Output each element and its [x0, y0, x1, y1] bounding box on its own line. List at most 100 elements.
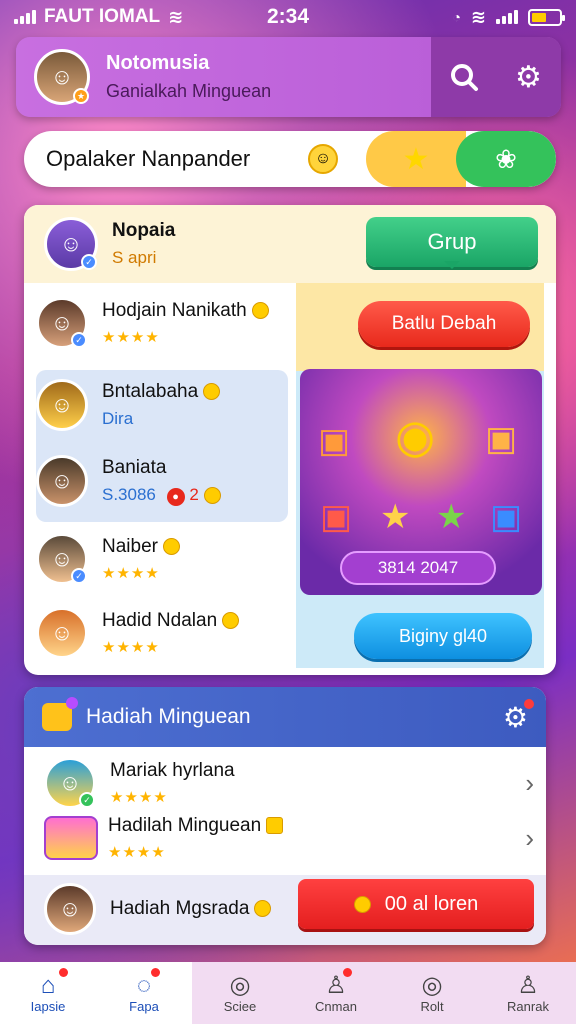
list-item[interactable]: ☺ ✓ Hodjain Nanikath ★★★★ [36, 297, 269, 349]
claim-button[interactable]: Biginy gl40 [354, 613, 532, 659]
gift-icon: ▣ [320, 498, 353, 536]
gear-icon[interactable]: ⚙ [506, 54, 552, 100]
chat-icon[interactable]: ❀ [456, 131, 556, 187]
chevron-right-icon[interactable]: › [525, 823, 534, 854]
reward-value[interactable]: 3814 2047 [340, 551, 496, 585]
gift-icon: ▣ [318, 422, 351, 460]
gift-icon: ▣ [490, 498, 523, 536]
battle-button[interactable]: Batlu Debah [358, 301, 530, 347]
status-bar: FAUT IOMAL ≋ 2:34 ◔ ≋ [0, 0, 576, 34]
tab-chat[interactable]: ◌ Fapa [96, 962, 192, 1024]
weekly-title: Hadiah Minguean [86, 705, 251, 728]
friend-name: Baniata [102, 456, 167, 478]
search-icon[interactable] [441, 54, 487, 100]
notification-dot [59, 968, 68, 977]
tab-label: Sciee [223, 998, 257, 1014]
gear-icon[interactable]: ⚙ [503, 698, 535, 734]
profile-card[interactable]: ☺ ★ Notomusia Ganialkah Minguean ⚙ [16, 37, 561, 117]
item-name: Hadilah Minguean [108, 815, 262, 836]
carrier-label: FAUT IOMAL [44, 6, 161, 27]
coin-icon: ◉ [395, 410, 436, 462]
avatar: ☺ ✓ [36, 297, 88, 349]
coin-icon [353, 895, 371, 913]
gift-icon: ▣ [485, 420, 518, 458]
level-badge-icon: ★ [73, 88, 89, 104]
chevron-right-icon[interactable]: › [525, 768, 534, 799]
tab-label: Iapsie [30, 998, 66, 1014]
avatar: ☺ [36, 379, 88, 431]
tab-rank[interactable]: ♙ Ranrak [480, 962, 576, 1024]
notification-badge: ● [166, 487, 185, 506]
search-text[interactable]: Opalaker Nanpander [24, 146, 308, 172]
verified-icon: ✓ [71, 332, 87, 348]
coin-icon [251, 302, 269, 320]
search-bar[interactable]: Opalaker Nanpander ☺ ★ ❀ [24, 131, 556, 187]
rating-stars: ★★★★ [102, 329, 160, 346]
friend-name: Hodjain Nanikath [102, 300, 247, 321]
list-item[interactable]: ☺ ✓ Mariak hyrlana ★★★★ › [44, 757, 534, 809]
coin-icon [162, 538, 180, 556]
smiley-icon[interactable]: ☺ [308, 144, 338, 174]
tab-search[interactable]: ◎ Sciee [192, 962, 288, 1024]
user-icon: ♙ [517, 971, 539, 999]
tab-user[interactable]: ♙ Cnman [288, 962, 384, 1024]
star-icon: ★ [380, 498, 411, 536]
star-icon: ★ [436, 498, 467, 536]
weekly-rewards-card: Hadiah Minguean ⚙ ☺ ✓ Mariak hyrlana ★★★★… [24, 687, 546, 945]
tab-label: Ranrak [507, 998, 549, 1014]
profile-name: Notomusia [106, 52, 210, 74]
rating-stars: ★★★★ [102, 639, 160, 656]
tab-label: Rolt [420, 998, 444, 1014]
wifi-icon: ≋ [168, 6, 184, 27]
rating-stars: ★★★★ [108, 844, 166, 861]
tab-label: Fapa [129, 998, 159, 1014]
group-subtitle: S apri [112, 248, 157, 267]
tab-label: Cnman [315, 998, 357, 1014]
action-button-label: 00 al loren [384, 892, 479, 915]
alarm-icon: ◔ [452, 9, 461, 25]
verified-icon: ✓ [79, 792, 95, 808]
friend-name: Naiber [102, 536, 158, 557]
list-item[interactable]: ☺ Hadid Ndalan ★★★★ [36, 607, 240, 659]
search-icon: ◎ [421, 971, 443, 999]
verified-icon: ✓ [81, 254, 97, 270]
list-item[interactable]: ☺ Baniata S.3086 ● 2 [36, 455, 221, 507]
list-item[interactable]: ☺ ✓ Naiber ★★★★ [36, 533, 180, 585]
user-icon: ♙ [325, 971, 347, 999]
boy-avatar-icon[interactable]: ☺ ★ [34, 49, 90, 105]
signal-icon [496, 10, 518, 24]
coin-icon [222, 612, 240, 630]
item-name: Mariak hyrlana [110, 760, 235, 781]
battery-icon [528, 8, 565, 26]
badge-count: 2 [189, 484, 199, 504]
chat-icon: ◌ [136, 971, 152, 999]
group-name: Nopaia [112, 220, 176, 241]
weekly-header: Hadiah Minguean ⚙ [24, 687, 546, 747]
signal-icon [14, 10, 36, 24]
verified-icon: ✓ [71, 568, 87, 584]
friend-name: Hadid Ndalan [102, 610, 218, 631]
avatar: ☺ [36, 455, 88, 507]
coin-icon [254, 900, 272, 918]
friend-subtitle: S.3086 [102, 484, 156, 504]
group-panel: ☺ ✓ Nopaia S apri Grup ☺ ✓ Hodjain Nanika… [24, 205, 556, 675]
tab-home[interactable]: ⌂ Iapsie [0, 962, 96, 1024]
tab-bar: ⌂ Iapsie ◌ Fapa ◎ Sciee ♙ Cnman ◎ Rolt ♙… [0, 962, 576, 1024]
list-item[interactable]: Hadilah Minguean ★★★★ › [44, 815, 534, 861]
group-header: ☺ ✓ Nopaia S apri Grup [24, 205, 556, 283]
gift-icon [42, 697, 78, 731]
search-icon: ◎ [229, 971, 251, 999]
avatar: ☺ [36, 607, 88, 659]
rating-stars: ★★★★ [110, 789, 168, 806]
home-icon: ⌂ [40, 971, 56, 999]
coin-icon [266, 817, 284, 835]
profile-subtitle: Ganialkah Minguean [106, 81, 272, 101]
group-avatar-icon[interactable]: ☺ ✓ [44, 217, 98, 271]
list-item[interactable]: ☺ Bntalabaha Dira [36, 379, 221, 431]
wifi-icon: ≋ [470, 6, 486, 27]
tab-search-2[interactable]: ◎ Rolt [384, 962, 480, 1024]
action-button[interactable]: 00 al loren [298, 879, 534, 929]
item-name: Hadiah Mgsrada [110, 898, 250, 919]
star-icon[interactable]: ★ [366, 131, 466, 187]
group-button[interactable]: Grup [366, 217, 538, 269]
